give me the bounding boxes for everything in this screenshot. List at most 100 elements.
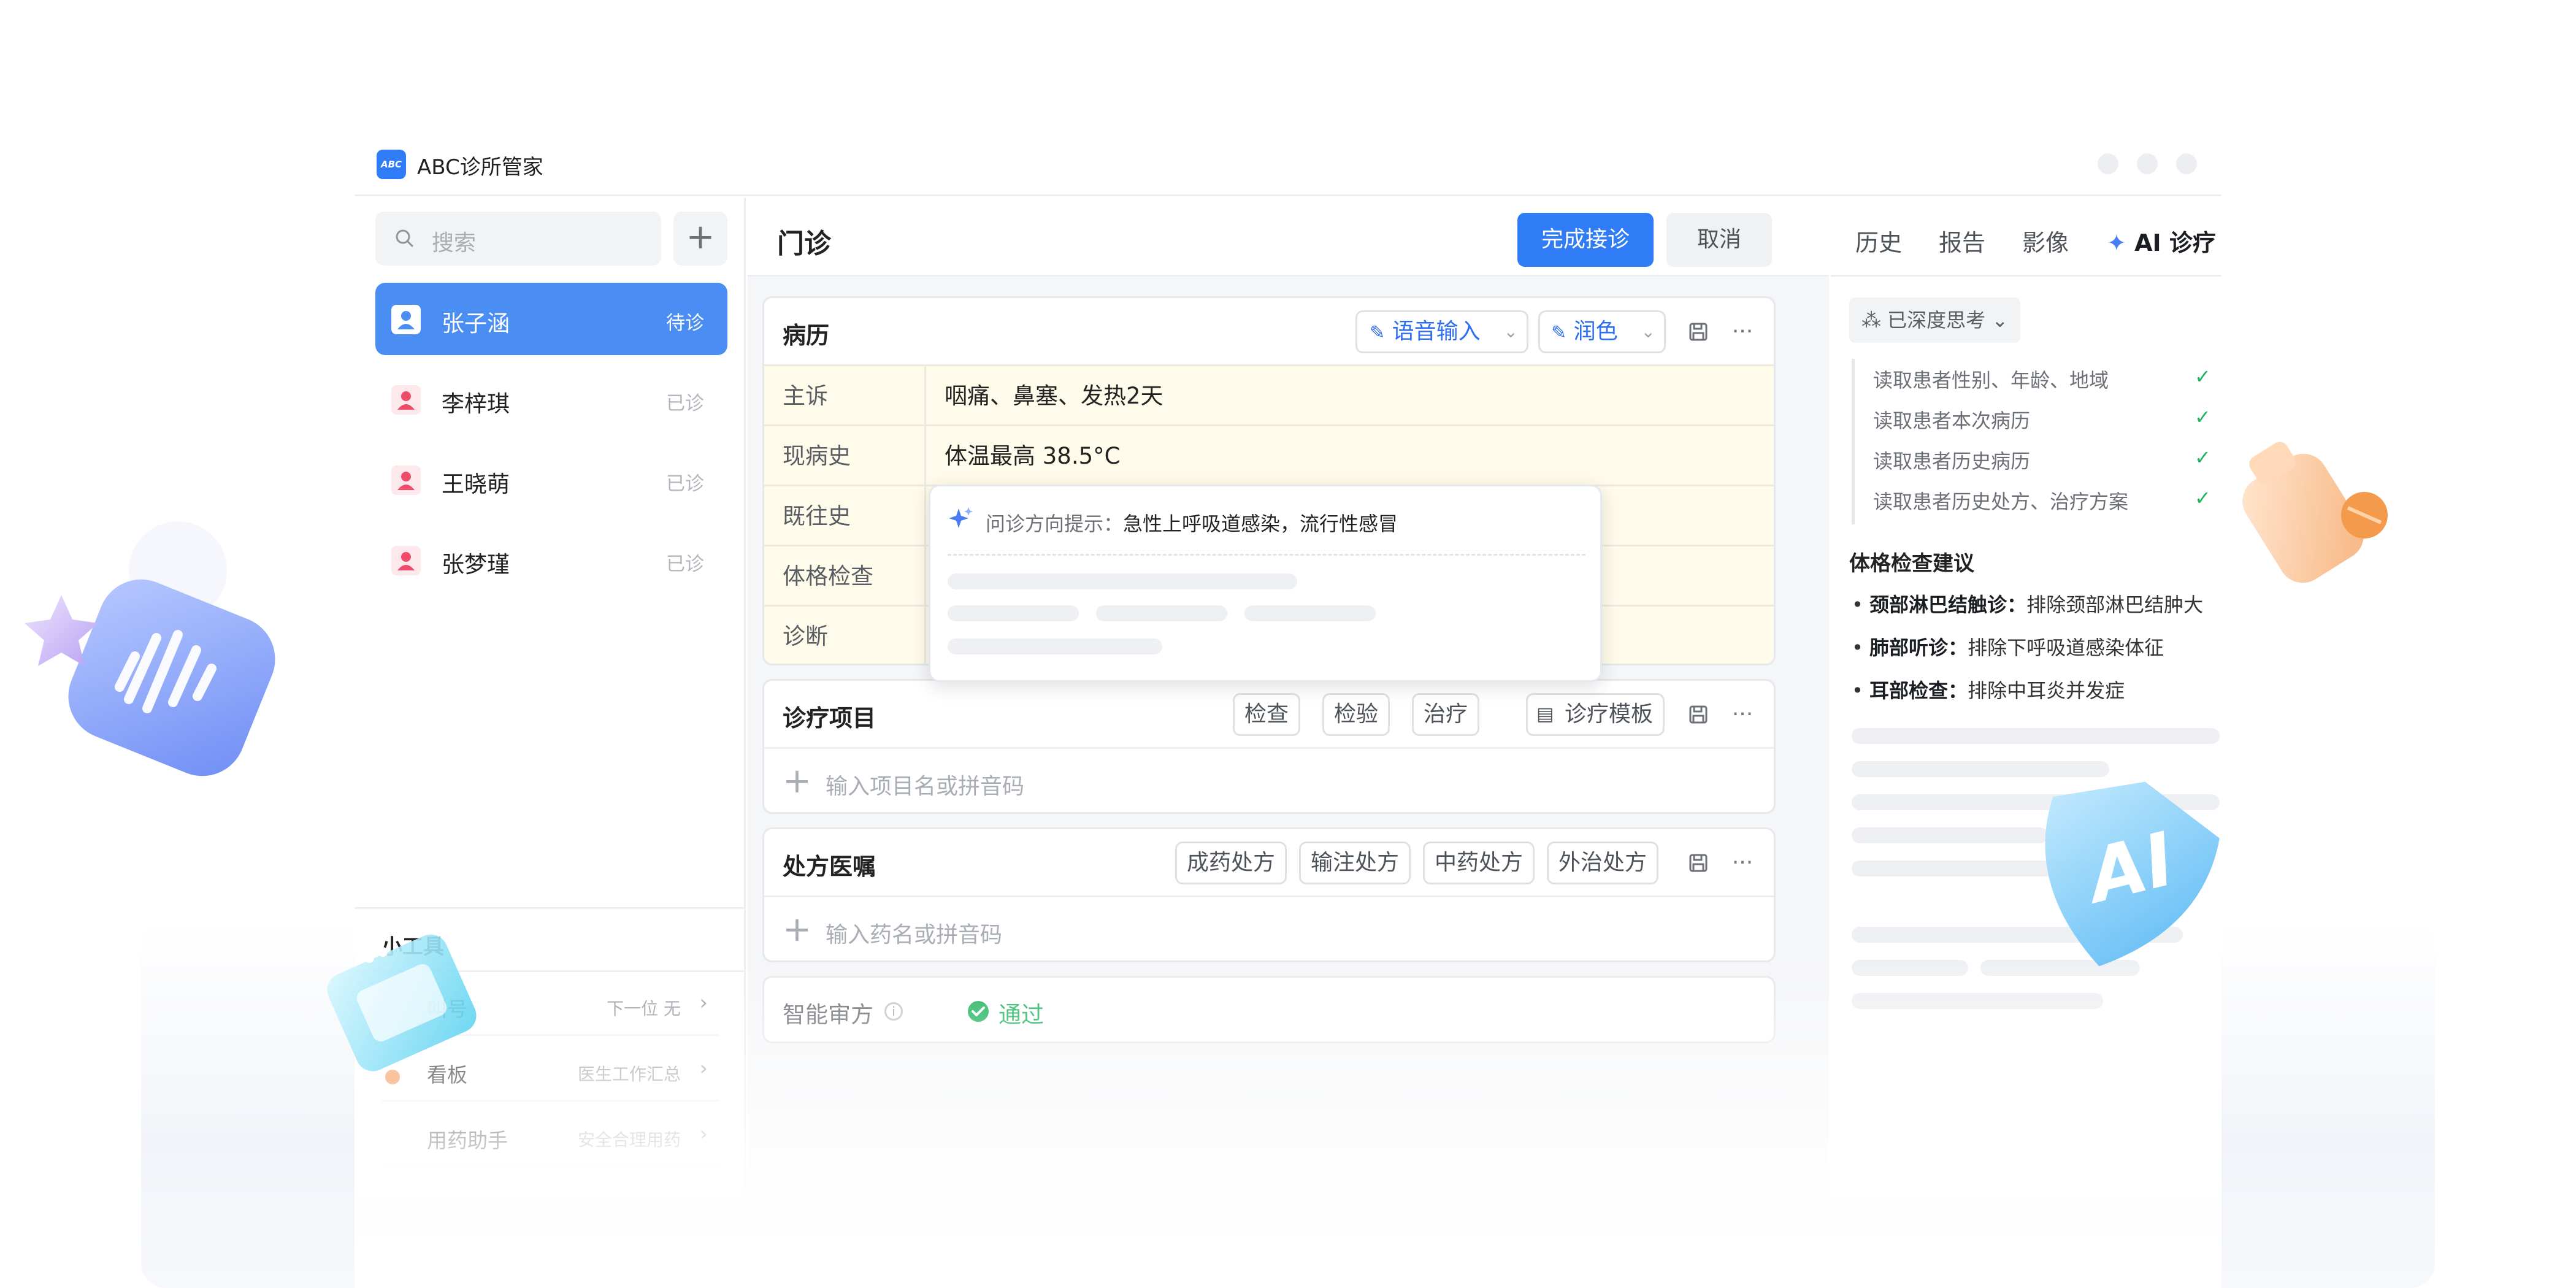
treatment-template-button[interactable]: ▤ 诊疗模板 <box>1526 693 1665 736</box>
patient-item[interactable]: 李梓琪 已诊 <box>375 363 727 435</box>
patient-name: 张子涵 <box>442 310 510 337</box>
medicine-bottle-decoration-icon <box>2242 442 2388 583</box>
magic-wand-icon: ✎ <box>1551 322 1567 343</box>
more-options-icon[interactable]: ··· <box>1727 699 1758 730</box>
info-icon[interactable]: i <box>884 1002 903 1021</box>
record-field-row[interactable]: 主诉 咽痛、鼻塞、发热2天 <box>764 364 1774 426</box>
exam-button[interactable]: 检查 <box>1233 693 1301 736</box>
loading-placeholder <box>948 573 1297 589</box>
exam-suggestions-title: 体格检查建议 <box>1849 551 1974 576</box>
check-icon: ✓ <box>2195 486 2211 510</box>
smart-review-card: 智能审方 i 通过 <box>762 976 1776 1043</box>
tab-ai-diagnosis[interactable]: ✦ AI 诊疗 <box>2107 224 2216 258</box>
patient-item[interactable]: 张梦瑾 已诊 <box>375 524 727 596</box>
field-label: 体格检查 <box>764 546 926 607</box>
thinking-label: 已深度思考 <box>1887 309 1986 332</box>
suggestion-item: • 耳部检查：排除中耳炎并发症 <box>1852 679 2125 702</box>
save-icon[interactable] <box>1683 848 1714 878</box>
search-input[interactable]: 搜索 <box>432 225 476 257</box>
drug-input-row[interactable]: + 输入药名或拼音码 <box>764 895 1774 960</box>
drug-search-input[interactable]: 输入药名或拼音码 <box>826 917 1002 949</box>
card-header: 病历 ✎ 语音输入 ⌄ ✎ 润色 ⌄ ··· <box>764 298 1774 364</box>
suggestion-text: 排除中耳炎并发症 <box>1968 679 2125 702</box>
chevron-down-icon: ⌄ <box>1991 309 2009 332</box>
tab-reports[interactable]: 报告 <box>1939 224 1985 258</box>
chinese-medicine-rx-button[interactable]: 中药处方 <box>1423 841 1535 884</box>
item-input-row[interactable]: + 输入项目名或拼音码 <box>764 747 1774 812</box>
cancel-button[interactable]: 取消 <box>1666 213 1772 267</box>
treatment-items-card: 诊疗项目 检查 检验 治疗 ▤ 诊疗模板 ··· + 输入项目名或拼音码 <box>762 679 1776 814</box>
chevron-right-icon: › <box>699 991 708 1015</box>
patient-name: 李梓琪 <box>442 391 510 417</box>
patent-medicine-rx-button[interactable]: 成药处方 <box>1175 841 1287 884</box>
prescription-card: 处方医嘱 成药处方 输注处方 中药处方 外治处方 ··· + 输入药名或拼音码 <box>762 827 1776 962</box>
item-search-input[interactable]: 输入项目名或拼音码 <box>826 769 1024 800</box>
card-title: 病历 <box>783 322 830 349</box>
template-label: 诊疗模板 <box>1565 702 1654 727</box>
treatment-button[interactable]: 治疗 <box>1412 693 1480 736</box>
add-patient-button[interactable]: + <box>673 212 727 266</box>
microphone-icon: ✎ <box>1370 322 1386 343</box>
voice-wave-decoration-icon <box>25 521 275 776</box>
window-minimize-button[interactable] <box>2098 153 2118 174</box>
tab-history[interactable]: 历史 <box>1855 224 1902 258</box>
save-icon[interactable] <box>1683 316 1714 347</box>
voice-input-button[interactable]: ✎ 语音输入 ⌄ <box>1355 310 1528 353</box>
deep-thinking-chip[interactable]: ⁂ 已深度思考 ⌄ <box>1849 297 2021 343</box>
suggestion-name: 耳部检查： <box>1869 679 1968 702</box>
review-label: 智能审方 <box>783 1002 873 1028</box>
main-header: 门诊 完成接诊 取消 <box>748 198 1829 277</box>
field-value[interactable]: 咽痛、鼻塞、发热2天 <box>945 366 1163 426</box>
hint-text: 问诊方向提示：急性上呼吸道感染，流行性感冒 <box>986 508 1398 537</box>
suggestion-item: • 颈部淋巴结触诊：排除颈部淋巴结肿大 <box>1852 593 2204 616</box>
right-tabs: 历史 报告 影像 ✦ AI 诊疗 <box>1831 198 2221 277</box>
complete-visit-button[interactable]: 完成接诊 <box>1517 213 1654 267</box>
more-options-icon[interactable]: ··· <box>1727 848 1758 878</box>
window-maximize-button[interactable] <box>2137 153 2158 174</box>
lab-test-button[interactable]: 检验 <box>1322 693 1390 736</box>
record-field-row[interactable]: 现病史 体温最高 38.5°C <box>764 424 1774 486</box>
search-box[interactable]: 搜索 <box>375 212 661 266</box>
loading-placeholder <box>1852 728 2220 744</box>
external-treatment-rx-button[interactable]: 外治处方 <box>1547 841 1659 884</box>
suggestion-name: 颈部淋巴结触诊： <box>1869 593 2027 616</box>
user-avatar-icon <box>391 305 421 334</box>
check-circle-icon <box>968 1001 989 1022</box>
tool-item-drug-assistant[interactable]: 用药助手 安全合理用药 › <box>381 1103 719 1167</box>
patient-name: 王晓萌 <box>442 471 510 497</box>
tab-ai-label: AI 诊疗 <box>2134 229 2216 256</box>
window-close-button[interactable] <box>2176 153 2197 174</box>
patient-status: 已诊 <box>666 473 704 495</box>
field-value[interactable]: 体温最高 38.5°C <box>945 426 1120 486</box>
infusion-rx-button[interactable]: 输注处方 <box>1299 841 1411 884</box>
divider <box>948 554 1585 556</box>
patient-status: 已诊 <box>666 553 704 575</box>
card-title: 处方医嘱 <box>783 853 876 880</box>
suggestion-item: • 肺部听诊：排除下呼吸道感染体征 <box>1852 636 2164 659</box>
field-label: 既往史 <box>764 486 926 546</box>
patient-status: 已诊 <box>666 393 704 415</box>
patient-status: 待诊 <box>666 312 704 334</box>
polish-button[interactable]: ✎ 润色 ⌄ <box>1538 310 1666 353</box>
thinking-step: 读取患者性别、年龄、地域 <box>1873 369 2109 392</box>
ai-shield-decoration-icon: AI <box>2045 781 2220 967</box>
field-label: 诊断 <box>764 607 926 664</box>
patient-item[interactable]: 张子涵 待诊 <box>375 283 727 355</box>
loading-placeholder <box>1096 605 1227 621</box>
loading-placeholder <box>1852 993 2103 1009</box>
suggestion-text: 排除下呼吸道感染体征 <box>1968 636 2164 659</box>
voice-input-label: 语音输入 <box>1392 319 1481 344</box>
template-icon: ▤ <box>1536 703 1554 725</box>
user-avatar-icon <box>391 385 421 415</box>
tool-name: 用药助手 <box>427 1129 508 1152</box>
loading-placeholder <box>1244 605 1376 621</box>
tab-imaging[interactable]: 影像 <box>2022 224 2069 258</box>
save-icon[interactable] <box>1683 699 1714 730</box>
more-options-icon[interactable]: ··· <box>1727 316 1758 347</box>
tool-meta: 医生工作汇总 <box>577 1064 681 1084</box>
tablet-screen-decoration-icon <box>327 934 477 1084</box>
thinking-step: 读取患者历史病历 <box>1873 450 2031 473</box>
loading-placeholder <box>1852 960 1968 976</box>
patient-item[interactable]: 王晓萌 已诊 <box>375 443 727 516</box>
card-header: 诊疗项目 检查 检验 治疗 ▤ 诊疗模板 ··· <box>764 681 1774 747</box>
